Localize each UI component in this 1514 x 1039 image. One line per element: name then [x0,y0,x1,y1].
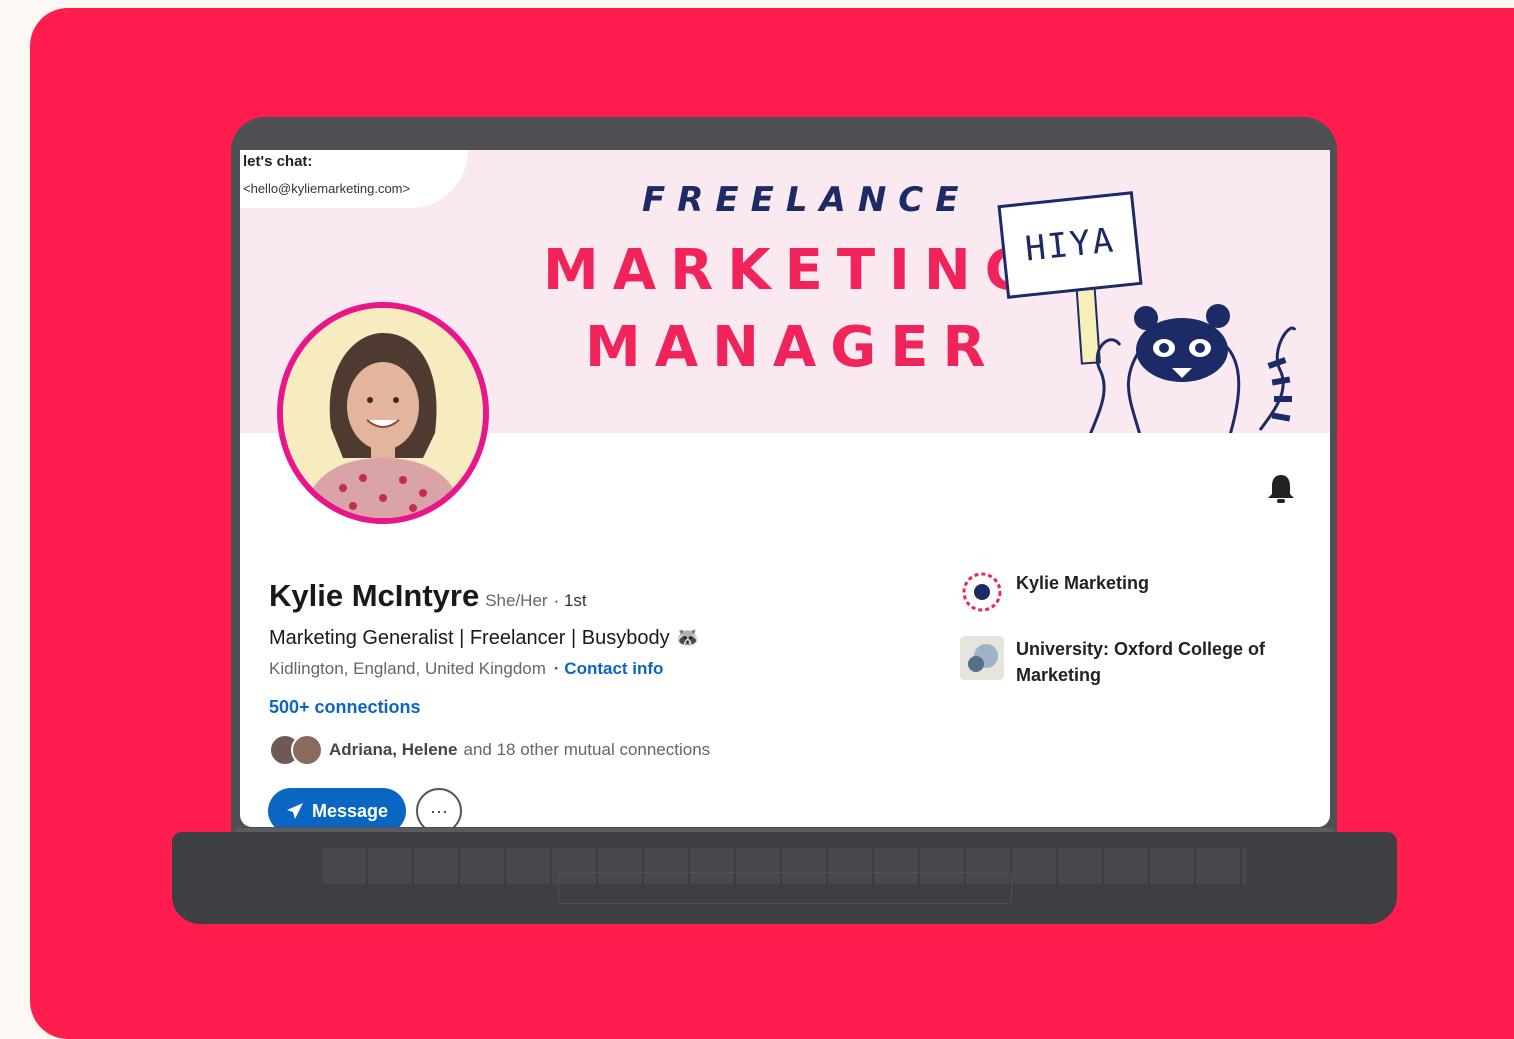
profile-headline: Marketing Generalist | Freelancer | Busy… [269,627,701,649]
connections-link[interactable]: 500+ connections [269,697,421,718]
company-name: Kylie Marketing [1016,573,1150,593]
location: Kidlington, England, United Kingdom [269,659,546,678]
chat-email: <hello@kyliemarketing.com> [243,181,411,196]
mutual-rest: and 18 other mutual connections [463,740,711,759]
kylie-marketing-logo [960,570,1004,614]
mutual-avatars [269,734,323,766]
message-button[interactable]: Message [268,788,406,827]
profile-screen: let's chat: <hello@kyliemarketing.com> F… [240,150,1330,827]
laptop-base [172,832,1397,924]
chat-title: let's chat: [243,153,313,170]
more-icon: ··· [430,800,448,821]
avatar-photo [283,308,483,518]
contact-info-link[interactable]: · Contact info [554,659,664,679]
hiya-sign: HIYA [997,191,1143,299]
mutual-names: Adriana, Helene [329,740,458,759]
banner-line-1: FREELANCE [642,180,971,220]
pronouns: She/Her [485,591,548,610]
university-logo [960,636,1004,680]
mutual-avatar [291,734,323,766]
connection-degree: · 1st [553,591,587,610]
profile-avatar[interactable] [277,302,489,524]
sign-text: HIYA [1023,220,1117,270]
message-label: Message [311,800,389,821]
chat-bubble: let's chat: <hello@kyliemarketing.com> [240,150,468,208]
bell-icon[interactable] [1266,472,1296,506]
trackpad [558,872,1012,904]
send-icon [286,803,303,819]
company-link[interactable]: Kylie Marketing [960,570,1310,614]
education-link[interactable]: University: Oxford College of Marketing [960,636,1290,688]
banner-line-2: MARKETING [543,238,1045,303]
raccoon-illustration [1089,304,1297,433]
name-row: Kylie McIntyre She/Her · 1st [269,578,587,614]
location-row: Kidlington, England, United Kingdom · Co… [269,659,663,679]
mutual-connections[interactable]: Adriana, Helene and 18 other mutual conn… [269,734,710,766]
more-button[interactable]: ··· [416,788,462,827]
banner-line-3: MANAGER [585,315,1000,380]
education-name: University: Oxford College of Marketing [1016,639,1266,685]
profile-name: Kylie McIntyre [269,578,480,613]
